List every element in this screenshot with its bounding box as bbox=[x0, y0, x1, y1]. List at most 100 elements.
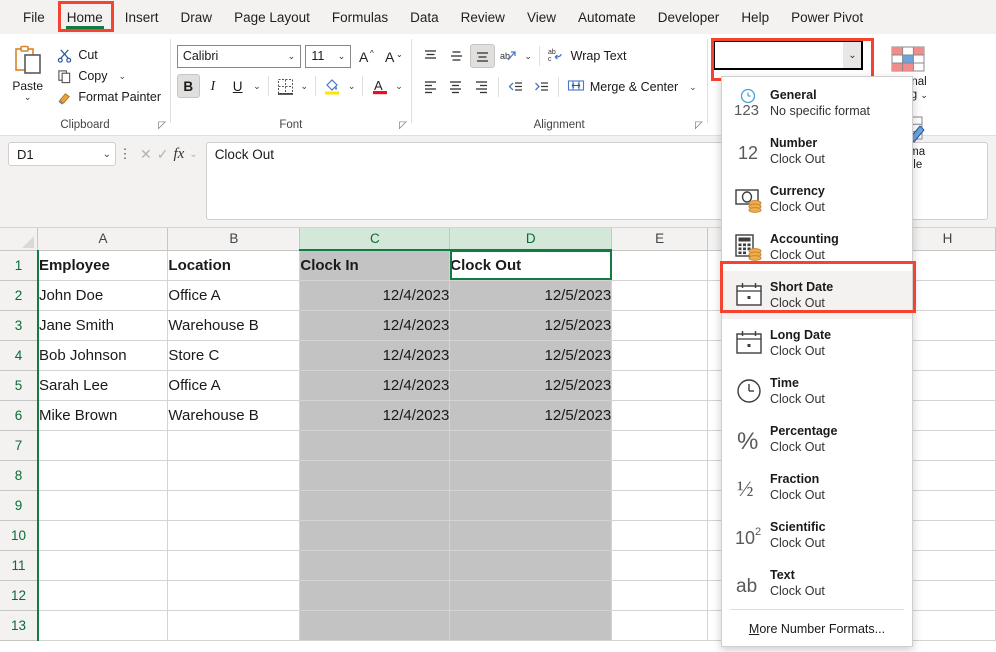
menu-item-short-date[interactable]: Short Date Clock Out bbox=[722, 271, 912, 319]
cell-h5[interactable] bbox=[899, 370, 996, 401]
menu-item-general[interactable]: 123 General No specific format bbox=[722, 79, 912, 127]
row-header-6[interactable]: 6 bbox=[0, 400, 39, 431]
column-header-c[interactable]: C bbox=[299, 228, 451, 251]
cell-e10[interactable] bbox=[611, 520, 709, 551]
align-center-button[interactable] bbox=[444, 75, 469, 99]
row-header-2[interactable]: 2 bbox=[0, 280, 39, 311]
cell-c11[interactable] bbox=[299, 550, 451, 581]
font-dialog-launcher[interactable]: ◸ bbox=[399, 120, 407, 131]
menu-item-text[interactable]: ab Text Clock Out bbox=[722, 559, 912, 607]
row-header-5[interactable]: 5 bbox=[0, 370, 39, 401]
cell-b13[interactable] bbox=[167, 610, 301, 641]
decrease-indent-button[interactable] bbox=[503, 75, 528, 99]
increase-font-size-button[interactable]: A ^ bbox=[355, 44, 378, 68]
row-header-4[interactable]: 4 bbox=[0, 340, 39, 371]
cell-e12[interactable] bbox=[611, 580, 709, 611]
menu-item-percentage[interactable]: % Percentage Clock Out bbox=[722, 415, 912, 463]
menu-item-fraction[interactable]: ½ Fraction Clock Out bbox=[722, 463, 912, 511]
align-top-button[interactable] bbox=[418, 44, 443, 68]
cell-a13[interactable] bbox=[36, 610, 169, 641]
column-header-d[interactable]: D bbox=[449, 228, 613, 251]
cell-a12[interactable] bbox=[36, 580, 169, 611]
paste-button[interactable]: Paste ⌄ bbox=[6, 42, 49, 106]
column-header-a[interactable]: A bbox=[37, 228, 169, 251]
cell-h8[interactable] bbox=[899, 460, 996, 491]
merge-center-button[interactable]: Merge & Center ⌄ bbox=[563, 76, 701, 99]
cell-a6[interactable]: Mike Brown bbox=[36, 400, 169, 431]
tab-developer[interactable]: Developer bbox=[647, 5, 731, 30]
cell-e11[interactable] bbox=[611, 550, 709, 581]
cell-d10[interactable] bbox=[449, 520, 613, 551]
tab-view[interactable]: View bbox=[516, 5, 567, 30]
cell-h10[interactable] bbox=[899, 520, 996, 551]
cell-c2[interactable]: 12/4/2023 bbox=[299, 280, 451, 311]
tab-insert[interactable]: Insert bbox=[114, 5, 170, 30]
cell-h12[interactable] bbox=[899, 580, 996, 611]
cell-e5[interactable] bbox=[611, 370, 709, 401]
wrap-text-button[interactable]: ab c Wrap Text bbox=[544, 45, 631, 68]
cell-e8[interactable] bbox=[611, 460, 709, 491]
menu-item-long-date[interactable]: Long Date Clock Out bbox=[722, 319, 912, 367]
menu-item-scientific[interactable]: 10 2 Scientific Clock Out bbox=[722, 511, 912, 559]
cell-e13[interactable] bbox=[611, 610, 709, 641]
cell-a9[interactable] bbox=[36, 490, 169, 521]
clipboard-dialog-launcher[interactable]: ◸ bbox=[158, 120, 166, 131]
underline-button[interactable]: U bbox=[226, 74, 249, 98]
more-number-formats-button[interactable]: More Number Formats... bbox=[722, 612, 912, 646]
cell-b12[interactable] bbox=[167, 580, 301, 611]
row-header-3[interactable]: 3 bbox=[0, 310, 39, 341]
cell-h11[interactable] bbox=[899, 550, 996, 581]
cell-d12[interactable] bbox=[449, 580, 613, 611]
cell-b5[interactable]: Office A bbox=[167, 370, 301, 401]
cell-d6[interactable]: 12/5/2023 bbox=[449, 400, 613, 431]
cell-b11[interactable] bbox=[167, 550, 301, 581]
cell-h1[interactable] bbox=[899, 250, 996, 281]
tab-home[interactable]: Home bbox=[56, 5, 114, 30]
cell-b4[interactable]: Store C bbox=[167, 340, 301, 371]
cell-c10[interactable] bbox=[299, 520, 451, 551]
cell-e6[interactable] bbox=[611, 400, 709, 431]
cell-c7[interactable] bbox=[299, 430, 451, 461]
font-color-button[interactable]: A bbox=[368, 74, 391, 98]
cancel-entry-icon[interactable]: ✕ bbox=[140, 146, 152, 163]
align-left-button[interactable] bbox=[418, 75, 443, 99]
cell-c4[interactable]: 12/4/2023 bbox=[299, 340, 451, 371]
tab-help[interactable]: Help bbox=[730, 5, 780, 30]
cell-b7[interactable] bbox=[167, 430, 301, 461]
font-size-combo[interactable]: 11 ⌄ bbox=[305, 44, 352, 68]
menu-item-number[interactable]: 12 Number Clock Out bbox=[722, 127, 912, 175]
alignment-dialog-launcher[interactable]: ◸ bbox=[695, 120, 703, 131]
fill-color-chevron-down-icon[interactable]: ⌄ bbox=[346, 74, 358, 98]
underline-chevron-down-icon[interactable]: ⌄ bbox=[251, 74, 263, 98]
tab-data[interactable]: Data bbox=[399, 5, 450, 30]
align-middle-button[interactable] bbox=[444, 44, 469, 68]
cell-c9[interactable] bbox=[299, 490, 451, 521]
tab-file[interactable]: File bbox=[12, 5, 56, 30]
confirm-entry-icon[interactable]: ✓ bbox=[157, 146, 169, 163]
cell-h4[interactable] bbox=[899, 340, 996, 371]
select-all-corner[interactable] bbox=[0, 228, 39, 251]
cell-e2[interactable] bbox=[611, 280, 709, 311]
cell-c1[interactable]: Clock In bbox=[299, 250, 451, 281]
tab-draw[interactable]: Draw bbox=[170, 5, 224, 30]
cell-d1[interactable]: Clock Out bbox=[449, 250, 613, 281]
format-painter-button[interactable]: Format Painter bbox=[53, 88, 164, 106]
formula-bar-more-icon[interactable]: ⋮ bbox=[116, 142, 134, 166]
cell-e1[interactable] bbox=[611, 250, 709, 281]
cell-d8[interactable] bbox=[449, 460, 613, 491]
row-header-11[interactable]: 11 bbox=[0, 550, 39, 581]
insert-function-icon[interactable]: fx bbox=[173, 146, 184, 163]
cell-d4[interactable]: 12/5/2023 bbox=[449, 340, 613, 371]
cell-c3[interactable]: 12/4/2023 bbox=[299, 310, 451, 341]
chevron-down-icon[interactable]: ⌄ bbox=[189, 149, 197, 160]
borders-chevron-down-icon[interactable]: ⌄ bbox=[298, 74, 310, 98]
row-header-13[interactable]: 13 bbox=[0, 610, 39, 641]
cell-b8[interactable] bbox=[167, 460, 301, 491]
cell-b10[interactable] bbox=[167, 520, 301, 551]
cell-e3[interactable] bbox=[611, 310, 709, 341]
cell-h9[interactable] bbox=[899, 490, 996, 521]
merge-center-chevron-down-icon[interactable]: ⌄ bbox=[689, 82, 697, 93]
tab-page-layout[interactable]: Page Layout bbox=[223, 5, 321, 30]
cell-a4[interactable]: Bob Johnson bbox=[36, 340, 169, 371]
cell-c5[interactable]: 12/4/2023 bbox=[299, 370, 451, 401]
